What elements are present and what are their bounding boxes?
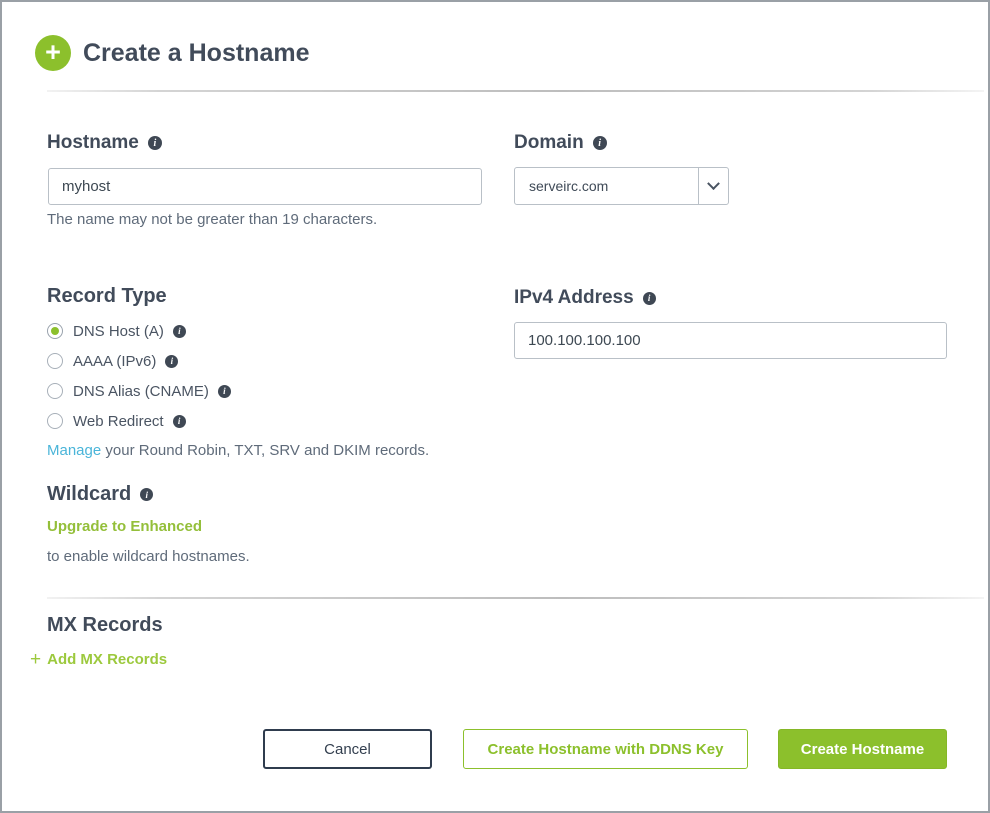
wildcard-description: to enable wildcard hostnames. bbox=[47, 548, 250, 565]
radio-aaaa-ipv6[interactable]: AAAA (IPv6) i bbox=[47, 350, 178, 372]
aaaa-info-icon[interactable]: i bbox=[165, 355, 178, 368]
ipv4-label: IPv4 Address i bbox=[514, 287, 656, 309]
page-title: Create a Hostname bbox=[83, 39, 309, 68]
wildcard-label-text: Wildcard bbox=[47, 483, 131, 506]
hostname-helper-text: The name may not be greater than 19 char… bbox=[47, 211, 377, 228]
radio-dns-host-a[interactable]: DNS Host (A) i bbox=[47, 320, 186, 342]
radio-circle bbox=[47, 413, 63, 429]
modal-header: + Create a Hostname bbox=[35, 35, 309, 71]
hostname-label-text: Hostname bbox=[47, 132, 139, 154]
radio-circle bbox=[47, 383, 63, 399]
record-type-label-text: Record Type bbox=[47, 285, 167, 308]
radio-dns-alias-cname[interactable]: DNS Alias (CNAME) i bbox=[47, 380, 231, 402]
cname-info-icon[interactable]: i bbox=[218, 385, 231, 398]
create-hostname-modal: + Create a Hostname Hostname i The name … bbox=[0, 0, 990, 813]
radio-label: DNS Alias (CNAME) bbox=[73, 383, 209, 400]
add-mx-records-text: Add MX Records bbox=[47, 651, 167, 668]
hostname-info-icon[interactable]: i bbox=[148, 136, 162, 150]
hostname-input[interactable] bbox=[48, 168, 482, 205]
ipv4-label-text: IPv4 Address bbox=[514, 287, 634, 309]
manage-records-line: Manage your Round Robin, TXT, SRV and DK… bbox=[47, 442, 429, 459]
manage-link[interactable]: Manage bbox=[47, 442, 101, 459]
wildcard-label: Wildcard i bbox=[47, 483, 153, 506]
domain-label-text: Domain bbox=[514, 132, 584, 154]
domain-select-arrow[interactable] bbox=[698, 168, 728, 204]
cancel-button[interactable]: Cancel bbox=[263, 729, 432, 769]
upgrade-enhanced-link[interactable]: Upgrade to Enhanced bbox=[47, 518, 202, 535]
ipv4-info-icon[interactable]: i bbox=[643, 292, 656, 305]
dns-host-info-icon[interactable]: i bbox=[173, 325, 186, 338]
mx-records-label-text: MX Records bbox=[47, 614, 163, 637]
add-mx-records-link[interactable]: + Add MX Records bbox=[30, 650, 167, 669]
mx-records-label: MX Records bbox=[47, 614, 163, 637]
hostname-label: Hostname i bbox=[47, 132, 162, 154]
create-hostname-ddns-key-button[interactable]: Create Hostname with DDNS Key bbox=[463, 729, 748, 769]
mx-section-divider bbox=[47, 597, 984, 599]
domain-selected-value: serveirc.com bbox=[515, 168, 698, 204]
radio-label: DNS Host (A) bbox=[73, 323, 164, 340]
web-redirect-info-icon[interactable]: i bbox=[173, 415, 186, 428]
radio-circle bbox=[47, 353, 63, 369]
record-type-label: Record Type bbox=[47, 285, 167, 308]
wildcard-info-icon[interactable]: i bbox=[140, 488, 153, 501]
radio-web-redirect[interactable]: Web Redirect i bbox=[47, 410, 186, 432]
chevron-down-icon bbox=[707, 177, 720, 190]
create-hostname-button[interactable]: Create Hostname bbox=[778, 729, 947, 769]
domain-label: Domain i bbox=[514, 132, 607, 154]
domain-info-icon[interactable]: i bbox=[593, 136, 607, 150]
radio-label: Web Redirect bbox=[73, 413, 164, 430]
manage-rest-text: your Round Robin, TXT, SRV and DKIM reco… bbox=[101, 442, 429, 459]
ipv4-input[interactable] bbox=[514, 322, 947, 359]
domain-select[interactable]: serveirc.com bbox=[514, 167, 729, 205]
radio-label: AAAA (IPv6) bbox=[73, 353, 156, 370]
radio-circle bbox=[47, 323, 63, 339]
header-divider bbox=[47, 90, 984, 92]
plus-circle-icon: + bbox=[35, 35, 71, 71]
plus-icon: + bbox=[30, 650, 41, 669]
